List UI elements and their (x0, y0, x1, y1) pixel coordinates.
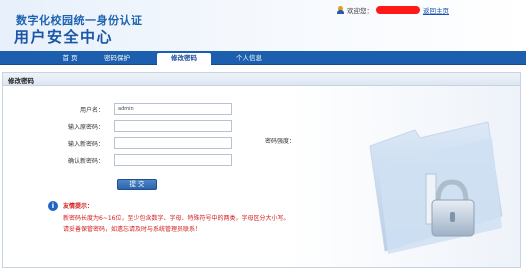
new-password-label: 输入新密码： (67, 141, 104, 148)
tips-line-1: 新密码长度为6~16位，至少包含数字、字母、特殊符号中的两类，字母区分大小写。 (63, 215, 290, 222)
old-password-label: 输入原密码： (67, 124, 104, 131)
section-title: 修改密码 (8, 77, 34, 85)
folder-lock-icon (369, 121, 503, 254)
old-password-input[interactable] (114, 120, 232, 132)
new-password-input[interactable] (114, 137, 232, 149)
nav-bar: 首 页 密码保护 修改密码 个人信息 (0, 51, 526, 65)
tips-line-2: 请妥善保管密码，如遗忘请及时与系统管理员联系！ (63, 226, 202, 233)
section-header: 修改密码 (2, 72, 521, 86)
header: 数字化校园统一身份认证 用户安全中心 欢迎您： 返回主页 (0, 0, 526, 51)
username-redacted (376, 6, 420, 14)
info-icon: i (48, 201, 58, 211)
home-link[interactable]: 返回主页 (423, 5, 449, 15)
user-bar: 欢迎您： 返回主页 (337, 5, 449, 15)
page-title: 用户安全中心 (14, 28, 114, 46)
username-field: admin (114, 103, 232, 115)
tab-personal-info[interactable]: 个人信息 (226, 53, 272, 64)
welcome-label: 欢迎您： (347, 7, 373, 15)
confirm-password-input[interactable] (114, 154, 232, 166)
submit-button[interactable]: 提 交 (117, 179, 157, 190)
confirm-password-label: 确认新密码： (67, 158, 104, 165)
password-strength-label: 密码强度： (265, 138, 296, 145)
tab-change-password[interactable]: 修改密码 (157, 53, 211, 65)
tips-title: 友情提示： (63, 203, 94, 210)
tab-password-protection[interactable]: 密码保护 (94, 53, 140, 64)
tab-home[interactable]: 首 页 (52, 53, 88, 64)
user-icon (337, 6, 344, 14)
username-label: 用户名： (79, 107, 104, 114)
